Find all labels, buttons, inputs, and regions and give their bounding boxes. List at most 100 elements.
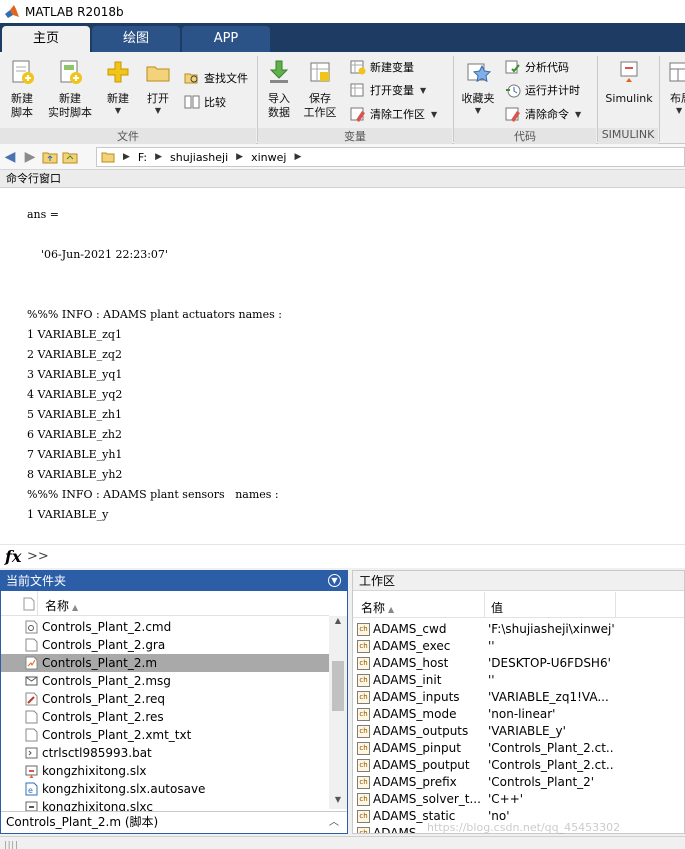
file-row[interactable]: kongzhixitong.slxc bbox=[1, 798, 329, 811]
workspace-variable-row[interactable]: ch ADAMS_init '' bbox=[353, 672, 684, 689]
char-variable-icon: ch bbox=[357, 708, 370, 721]
compare-button[interactable]: 比较 bbox=[184, 92, 226, 112]
current-folder-details-bar[interactable]: Controls_Plant_2.m (脚本) ︿ bbox=[1, 811, 347, 833]
up-folder-icon[interactable] bbox=[40, 148, 60, 166]
tab-home[interactable]: 主页 bbox=[2, 26, 90, 52]
path-segment[interactable]: xinwej bbox=[251, 151, 286, 164]
open-dropdown-icon[interactable]: ▼ bbox=[140, 106, 176, 116]
compare-label: 比较 bbox=[204, 96, 226, 109]
panel-actions-icon[interactable]: ▼ bbox=[328, 574, 341, 587]
bat-file-icon bbox=[25, 747, 38, 759]
file-name: Controls_Plant_2.res bbox=[42, 710, 164, 724]
favorites-button[interactable]: 收藏夹 ▼ bbox=[458, 58, 498, 116]
new-variable-label: 新建变量 bbox=[370, 61, 414, 74]
forward-arrow-icon[interactable]: ▶ bbox=[20, 148, 40, 166]
workspace-variable-row[interactable]: ch ADAMS_mode 'non-linear' bbox=[353, 706, 684, 723]
command-prompt: >> bbox=[27, 549, 49, 564]
file-row[interactable]: Controls_Plant_2.req bbox=[1, 690, 329, 708]
open-variable-dropdown-icon[interactable]: ▼ bbox=[420, 86, 426, 95]
variable-value: 'VARIABLE_y' bbox=[488, 724, 566, 738]
new-label: 新建 bbox=[107, 92, 129, 105]
file-row[interactable]: Controls_Plant_2.cmd bbox=[1, 618, 329, 636]
file-row[interactable]: Controls_Plant_2.xmt_txt bbox=[1, 726, 329, 744]
file-row[interactable]: kongzhixitong.slx bbox=[1, 762, 329, 780]
function-browser-icon[interactable]: fx bbox=[5, 547, 21, 566]
workspace-variable-row[interactable]: ch ADAMS_inputs 'VARIABLE_zq1!VA... bbox=[353, 689, 684, 706]
simulink-button[interactable]: Simulink bbox=[602, 58, 656, 106]
import-data-button[interactable]: 导入 数据 bbox=[262, 58, 296, 120]
browse-folder-icon[interactable] bbox=[60, 148, 80, 166]
file-name: Controls_Plant_2.req bbox=[42, 692, 165, 706]
back-arrow-icon[interactable]: ◀ bbox=[0, 148, 20, 166]
path-segment[interactable]: F: bbox=[138, 151, 147, 164]
find-files-button[interactable]: 查找文件 bbox=[184, 68, 248, 88]
new-live-script-button[interactable]: 新建 实时脚本 bbox=[44, 58, 96, 120]
file-row[interactable]: e kongzhixitong.slx.autosave bbox=[1, 780, 329, 798]
layout-button[interactable]: 布局 ▼ bbox=[664, 58, 685, 116]
cmd-file-icon bbox=[25, 620, 38, 634]
workspace-variable-row[interactable]: ch ADAMS_host 'DESKTOP-U6FDSH6' bbox=[353, 655, 684, 672]
file-row-selected[interactable]: Controls_Plant_2.m bbox=[1, 654, 329, 672]
workspace-variable-row[interactable]: ch ADAMS_solver_t... 'C++' bbox=[353, 791, 684, 808]
save-workspace-label: 保存 工作区 bbox=[303, 92, 337, 119]
char-variable-icon: ch bbox=[357, 793, 370, 806]
char-variable-icon: ch bbox=[357, 691, 370, 704]
variable-name: ADAMS_mode bbox=[373, 707, 457, 721]
workspace-variable-row[interactable]: ch ADAMS_exec '' bbox=[353, 638, 684, 655]
new-script-button[interactable]: 新建 脚本 bbox=[3, 58, 41, 120]
command-prompt-row[interactable]: fx >> bbox=[0, 544, 685, 568]
tab-plots[interactable]: 绘图 bbox=[92, 26, 180, 52]
file-row[interactable]: Controls_Plant_2.res bbox=[1, 708, 329, 726]
workspace-variable-row[interactable]: ch ADAMS_pinput 'Controls_Plant_2.ct... bbox=[353, 740, 684, 757]
analyze-code-label: 分析代码 bbox=[525, 61, 569, 74]
open-variable-button[interactable]: 打开变量 ▼ bbox=[350, 80, 426, 100]
path-field[interactable]: ▶ F: ▶ shujiasheji ▶ xinwej ▶ bbox=[96, 147, 685, 167]
path-segment[interactable]: shujiasheji bbox=[170, 151, 228, 164]
name-column-header[interactable]: 名称 ▲ bbox=[361, 599, 394, 616]
variable-value: '' bbox=[488, 639, 495, 653]
workspace-variable-row[interactable]: ch ADAMS_prefix 'Controls_Plant_2' bbox=[353, 774, 684, 791]
file-row[interactable]: Controls_Plant_2.msg bbox=[1, 672, 329, 690]
file-row[interactable]: Controls_Plant_2.gra bbox=[1, 636, 329, 654]
clear-commands-dropdown-icon[interactable]: ▼ bbox=[575, 110, 581, 119]
analyze-code-button[interactable]: 分析代码 bbox=[505, 57, 569, 77]
scroll-down-icon[interactable]: ▼ bbox=[329, 795, 347, 809]
new-variable-button[interactable]: 新建变量 bbox=[350, 57, 414, 77]
save-workspace-button[interactable]: 保存 工作区 bbox=[300, 58, 340, 120]
clear-workspace-label: 清除工作区 bbox=[370, 108, 425, 121]
workspace-column-header[interactable]: 名称 ▲ 值 bbox=[353, 592, 684, 618]
workspace-variable-row[interactable]: ch ADAMS_cwd 'F:\shujiasheji\xinwej' bbox=[353, 621, 684, 638]
import-data-icon bbox=[269, 60, 289, 83]
workspace-variable-row[interactable]: ch ADAMS_poutput 'Controls_Plant_2.ct... bbox=[353, 757, 684, 774]
variable-name: ADAMS_prefix bbox=[373, 775, 457, 789]
slx-file-icon bbox=[25, 765, 38, 778]
new-live-script-label: 新建 实时脚本 bbox=[48, 92, 92, 119]
char-variable-icon: ch bbox=[357, 759, 370, 772]
current-folder-column-header[interactable]: 名称 ▲ bbox=[1, 591, 329, 616]
expand-details-icon[interactable]: ︿ bbox=[329, 812, 339, 833]
variable-name: ADAMS_solver_t... bbox=[373, 792, 481, 806]
name-column-header[interactable]: 名称 ▲ bbox=[45, 597, 78, 614]
clear-workspace-button[interactable]: 清除工作区 ▼ bbox=[350, 104, 437, 124]
simulink-icon bbox=[620, 61, 638, 82]
new-live-script-icon bbox=[60, 60, 82, 84]
char-variable-icon: ch bbox=[357, 640, 370, 653]
current-folder-scrollbar[interactable]: ▲ ▼ bbox=[329, 616, 347, 809]
clear-workspace-dropdown-icon[interactable]: ▼ bbox=[431, 110, 437, 119]
file-row[interactable]: ctrlsctl985993.bat bbox=[1, 744, 329, 762]
new-button[interactable]: 新建 ▼ bbox=[100, 58, 136, 116]
scrollbar-thumb[interactable] bbox=[332, 661, 344, 711]
new-dropdown-icon[interactable]: ▼ bbox=[100, 106, 136, 116]
save-workspace-icon bbox=[310, 62, 330, 82]
open-button[interactable]: 打开 ▼ bbox=[140, 58, 176, 116]
layout-label: 布局 bbox=[670, 92, 685, 105]
favorites-dropdown-icon[interactable]: ▼ bbox=[458, 106, 498, 116]
scroll-up-icon[interactable]: ▲ bbox=[329, 616, 347, 630]
value-column-header[interactable]: 值 bbox=[491, 599, 503, 616]
workspace-variable-row[interactable]: ch ADAMS_outputs 'VARIABLE_y' bbox=[353, 723, 684, 740]
run-and-time-button[interactable]: 运行并计时 bbox=[505, 80, 580, 100]
command-output-line: ans = bbox=[27, 208, 60, 221]
tab-apps[interactable]: APP bbox=[182, 26, 270, 52]
clear-commands-button[interactable]: 清除命令 ▼ bbox=[505, 104, 581, 124]
layout-dropdown-icon[interactable]: ▼ bbox=[664, 106, 685, 116]
